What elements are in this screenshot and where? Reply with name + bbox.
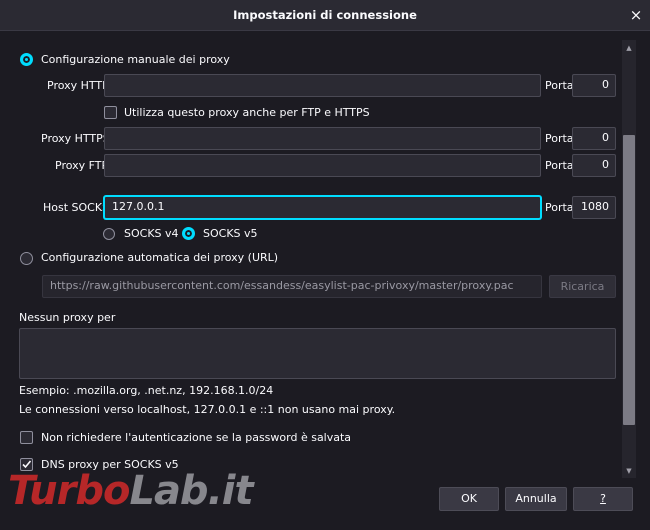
no-auth-checkbox[interactable]	[20, 431, 33, 444]
auto-proxy-url-field[interactable]: https://raw.githubusercontent.com/essand…	[42, 275, 542, 298]
scroll-down-icon[interactable]: ▼	[622, 467, 636, 475]
watermark-part2: Lab.it	[129, 468, 253, 514]
dialog-title: Impostazioni di connessione	[233, 8, 417, 22]
https-port-label: Porta	[545, 132, 574, 145]
ftp-port-field[interactable]: 0	[572, 154, 616, 177]
auto-proxy-radio[interactable]	[20, 252, 33, 265]
auto-proxy-url-value: https://raw.githubusercontent.com/essand…	[50, 279, 514, 292]
socks-v5-label: SOCKS v5	[203, 227, 258, 240]
socks-v4-radio[interactable]	[103, 228, 115, 240]
scrollbar-thumb[interactable]	[623, 135, 635, 425]
http-port-field[interactable]: 0	[572, 74, 616, 97]
no-proxy-textarea[interactable]	[19, 328, 616, 379]
close-icon[interactable]: ×	[626, 5, 646, 25]
reload-button[interactable]: Ricarica	[549, 275, 616, 298]
manual-proxy-label: Configurazione manuale dei proxy	[41, 53, 230, 66]
https-port-field[interactable]: 0	[572, 127, 616, 150]
ftp-port-value: 0	[602, 158, 609, 171]
watermark-part1: Turbo	[8, 468, 130, 514]
auto-proxy-label: Configurazione automatica dei proxy (URL…	[41, 251, 279, 264]
http-port-label: Porta	[545, 79, 574, 92]
socks-v5-radio[interactable]	[182, 227, 195, 240]
scroll-up-icon[interactable]: ▲	[622, 44, 636, 52]
ftp-proxy-label: Proxy FTP	[55, 159, 109, 172]
http-port-value: 0	[602, 78, 609, 91]
no-proxy-example: Esempio: .mozilla.org, .net.nz, 192.168.…	[19, 384, 274, 397]
socks-port-field[interactable]: 1080	[572, 196, 616, 219]
localhost-note: Le connessioni verso localhost, 127.0.0.…	[19, 403, 396, 416]
cancel-button[interactable]: Annulla	[505, 487, 567, 511]
help-button[interactable]: ?	[573, 487, 633, 511]
http-proxy-label: Proxy HTTP	[47, 79, 109, 92]
watermark-logo: TurboLab.it	[8, 468, 254, 514]
https-proxy-field[interactable]	[104, 127, 541, 150]
socks-port-value: 1080	[581, 200, 609, 213]
https-port-value: 0	[602, 131, 609, 144]
socks-host-label: Host SOCKS	[43, 201, 110, 214]
socks-port-label: Porta	[545, 201, 574, 214]
manual-proxy-radio[interactable]	[20, 53, 33, 66]
ftp-port-label: Porta	[545, 159, 574, 172]
socks-host-value: 127.0.0.1	[112, 200, 165, 213]
socks-v4-label: SOCKS v4	[124, 227, 179, 240]
https-proxy-label: Proxy HTTPS	[41, 132, 110, 145]
no-auth-label: Non richiedere l'autenticazione se la pa…	[41, 431, 352, 444]
socks-host-field[interactable]: 127.0.0.1	[104, 196, 541, 219]
also-ftp-https-checkbox[interactable]	[104, 106, 117, 119]
no-proxy-label: Nessun proxy per	[19, 311, 116, 324]
ok-button[interactable]: OK	[439, 487, 499, 511]
ftp-proxy-field[interactable]	[104, 154, 541, 177]
also-ftp-https-label: Utilizza questo proxy anche per FTP e HT…	[124, 106, 370, 119]
http-proxy-field[interactable]	[104, 74, 541, 97]
